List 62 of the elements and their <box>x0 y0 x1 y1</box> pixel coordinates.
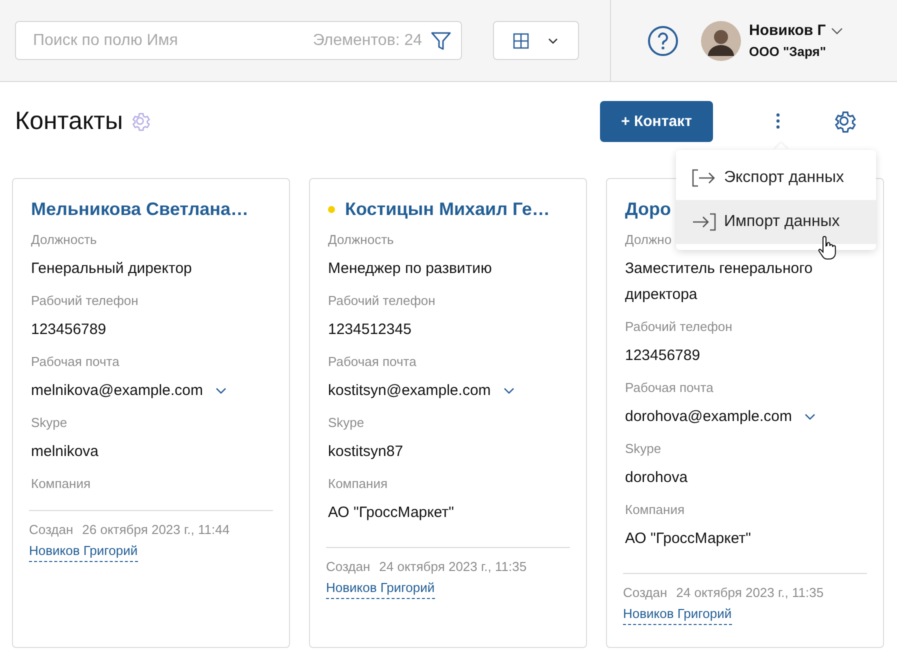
element-count: Элементов: 24 <box>312 32 422 50</box>
created-label: Создан <box>29 522 74 537</box>
field-label: Должность <box>31 232 98 247</box>
user-name[interactable]: Новиков Г <box>749 22 826 39</box>
contact-name[interactable]: Костицын Михаил Ге… <box>345 199 550 220</box>
export-icon <box>692 169 716 187</box>
field-label: Skype <box>31 415 68 430</box>
contact-name[interactable]: Доро <box>625 199 672 220</box>
author-link[interactable]: Новиков Григорий <box>623 606 732 625</box>
filter-icon[interactable] <box>430 30 452 52</box>
import-icon <box>692 213 716 231</box>
field-label: Рабочий телефон <box>625 319 734 334</box>
field-label: Компания <box>31 476 92 491</box>
help-icon[interactable] <box>647 24 679 56</box>
created-label: Создан <box>623 585 668 600</box>
avatar[interactable] <box>701 20 741 60</box>
field-label: Должно <box>625 232 673 247</box>
field-label: Компания <box>328 476 388 491</box>
field-value: 123456789 <box>31 320 108 340</box>
author-link[interactable]: Новиков Григорий <box>29 543 138 562</box>
caret-icon[interactable] <box>804 413 816 421</box>
user-company: ООО "Заря" <box>749 44 828 59</box>
caret-icon[interactable] <box>214 387 227 395</box>
caret-icon[interactable] <box>830 26 843 34</box>
field-value: Менеджер по развитию <box>328 259 493 279</box>
add-contact-button[interactable]: + Контакт <box>600 100 713 142</box>
more-icon[interactable] <box>775 112 781 130</box>
field-value: kostitsyn87 <box>328 442 404 462</box>
field-value: 1234512345 <box>328 320 412 340</box>
created-date: 26 октября 2023 г., 11:44 <box>82 522 230 537</box>
field-label: Должность <box>328 232 395 247</box>
page-title: Контакты <box>15 106 123 136</box>
field-value: АО "ГроссМаркет" <box>328 503 455 523</box>
created-label: Создан <box>326 559 370 574</box>
field-label: Компания <box>625 502 686 517</box>
view-toggle-button[interactable] <box>493 21 579 60</box>
search-input[interactable]: Поиск по полю Имя <box>31 30 305 50</box>
grid-icon <box>513 32 529 48</box>
field-value: dorohova <box>625 468 689 488</box>
field-value: melnikova <box>31 442 100 462</box>
field-label: Рабочая почта <box>625 380 714 395</box>
author-link[interactable]: Новиков Григорий <box>326 580 435 599</box>
field-value: kostitsyn@example.com <box>328 381 491 401</box>
menu-item[interactable]: Импорт данных <box>676 200 876 244</box>
field-value: 123456789 <box>625 346 702 366</box>
field-label: Skype <box>625 441 662 456</box>
field-value: Генеральный директор <box>31 259 193 279</box>
menu-item[interactable]: Экспорт данных <box>676 156 876 200</box>
field-label: Skype <box>328 415 366 430</box>
contact-name[interactable]: Мельникова Светлана… <box>31 199 249 220</box>
caret-icon[interactable] <box>502 387 515 395</box>
created-date: 24 октября 2023 г., 11:35 <box>676 585 824 600</box>
field-value: АО "ГроссМаркет" <box>625 529 752 549</box>
field-value: dorohova@example.com <box>625 407 792 427</box>
caret-icon <box>547 36 559 44</box>
field-label: Рабочий телефон <box>31 293 140 308</box>
field-label: Рабочая почта <box>328 354 418 369</box>
field-label: Рабочий телефон <box>328 293 436 308</box>
created-date: 24 октября 2023 г., 11:35 <box>379 559 527 574</box>
field-label: Рабочая почта <box>31 354 120 369</box>
field-value: Заместитель генерального директора <box>625 259 814 305</box>
field-value: melnikova@example.com <box>31 381 203 401</box>
